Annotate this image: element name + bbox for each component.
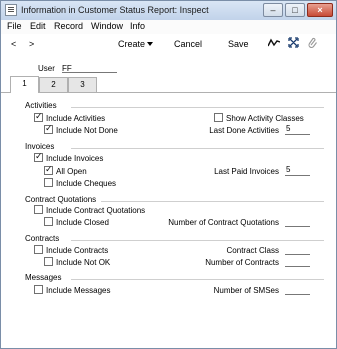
menu-info[interactable]: Info bbox=[130, 21, 145, 31]
save-button[interactable]: Save bbox=[228, 39, 249, 49]
include-invoices-label: Include Invoices bbox=[46, 154, 104, 163]
contracts-heading: Contracts bbox=[25, 234, 60, 243]
last-paid-invoices-label: Last Paid Invoices bbox=[214, 167, 279, 176]
last-done-activities-field[interactable]: 5 bbox=[285, 124, 310, 135]
dropdown-arrow-icon bbox=[147, 42, 154, 46]
include-messages-checkbox[interactable] bbox=[34, 285, 43, 294]
number-of-contract-quotations-label: Number of Contract Quotations bbox=[168, 218, 279, 227]
fullscreen-icon[interactable] bbox=[288, 37, 299, 50]
menu-edit[interactable]: Edit bbox=[30, 21, 46, 31]
user-label: User bbox=[38, 64, 55, 73]
tab-bar: 1 2 3 bbox=[1, 76, 336, 93]
contract-class-label: Contract Class bbox=[226, 246, 279, 255]
contracts-divider bbox=[71, 240, 324, 241]
invoices-heading: Invoices bbox=[25, 142, 55, 151]
include-invoices-checkbox[interactable] bbox=[34, 152, 43, 162]
include-closed-label: Include Closed bbox=[56, 218, 109, 227]
document-icon bbox=[5, 4, 17, 16]
minimize-button[interactable]: – bbox=[263, 3, 283, 17]
tab-content: Activities Include Activities Include No… bbox=[1, 93, 336, 348]
include-contract-quotations-label: Include Contract Quotations bbox=[46, 206, 146, 215]
invoices-divider bbox=[71, 148, 324, 149]
create-button[interactable]: Create bbox=[118, 39, 154, 49]
number-of-contract-quotations-field[interactable] bbox=[285, 216, 310, 227]
activities-divider bbox=[71, 107, 324, 108]
maximize-button[interactable]: □ bbox=[285, 3, 305, 17]
include-cheques-label: Include Cheques bbox=[56, 179, 117, 188]
workflow-icon[interactable] bbox=[267, 38, 281, 50]
menu-window[interactable]: Window bbox=[91, 21, 123, 31]
number-of-smses-field[interactable] bbox=[285, 284, 310, 295]
include-cheques-checkbox[interactable] bbox=[44, 178, 53, 187]
messages-divider bbox=[71, 279, 324, 280]
number-of-contracts-field[interactable] bbox=[285, 256, 310, 267]
tab-2[interactable]: 2 bbox=[39, 77, 68, 92]
number-of-smses-label: Number of SMSes bbox=[213, 286, 279, 295]
show-activity-classes-label: Show Activity Classes bbox=[226, 114, 304, 123]
include-not-done-checkbox[interactable] bbox=[44, 124, 53, 134]
close-button[interactable]: × bbox=[307, 3, 333, 17]
menu-file[interactable]: File bbox=[7, 21, 22, 31]
include-not-ok-checkbox[interactable] bbox=[44, 257, 53, 266]
all-open-checkbox[interactable] bbox=[44, 165, 53, 175]
include-closed-checkbox[interactable] bbox=[44, 217, 53, 226]
activities-heading: Activities bbox=[25, 101, 57, 110]
cancel-button[interactable]: Cancel bbox=[174, 39, 202, 49]
previous-record-button[interactable]: < bbox=[11, 39, 16, 49]
contract-quotations-divider bbox=[101, 201, 324, 202]
menu-record[interactable]: Record bbox=[54, 21, 83, 31]
all-open-label: All Open bbox=[56, 167, 87, 176]
include-not-ok-label: Include Not OK bbox=[56, 258, 111, 267]
include-not-done-label: Include Not Done bbox=[56, 126, 118, 135]
include-contracts-checkbox[interactable] bbox=[34, 245, 43, 254]
tab-3[interactable]: 3 bbox=[68, 77, 97, 92]
next-record-button[interactable]: > bbox=[29, 39, 34, 49]
tab-1[interactable]: 1 bbox=[10, 76, 39, 93]
inspect-window: Information in Customer Status Report: I… bbox=[0, 0, 337, 349]
include-contract-quotations-checkbox[interactable] bbox=[34, 205, 43, 214]
last-paid-invoices-field[interactable]: 5 bbox=[285, 165, 310, 176]
attachment-icon[interactable] bbox=[308, 37, 318, 51]
include-messages-label: Include Messages bbox=[46, 286, 111, 295]
messages-heading: Messages bbox=[25, 273, 62, 282]
include-contracts-label: Include Contracts bbox=[46, 246, 109, 255]
title-bar[interactable]: Information in Customer Status Report: I… bbox=[1, 1, 336, 20]
toolbar: < > Create Cancel Save bbox=[1, 34, 336, 54]
user-field[interactable]: FF bbox=[62, 60, 117, 73]
menu-bar: File Edit Record Window Info bbox=[1, 20, 336, 34]
show-activity-classes-checkbox[interactable] bbox=[214, 113, 223, 122]
include-activities-label: Include Activities bbox=[46, 114, 106, 123]
contract-quotations-heading: Contract Quotations bbox=[25, 195, 97, 204]
contract-class-field[interactable] bbox=[285, 244, 310, 255]
window-title: Information in Customer Status Report: I… bbox=[21, 5, 209, 15]
create-label: Create bbox=[118, 39, 146, 49]
last-done-activities-label: Last Done Activities bbox=[209, 126, 279, 135]
include-activities-checkbox[interactable] bbox=[34, 112, 43, 122]
number-of-contracts-label: Number of Contracts bbox=[205, 258, 279, 267]
